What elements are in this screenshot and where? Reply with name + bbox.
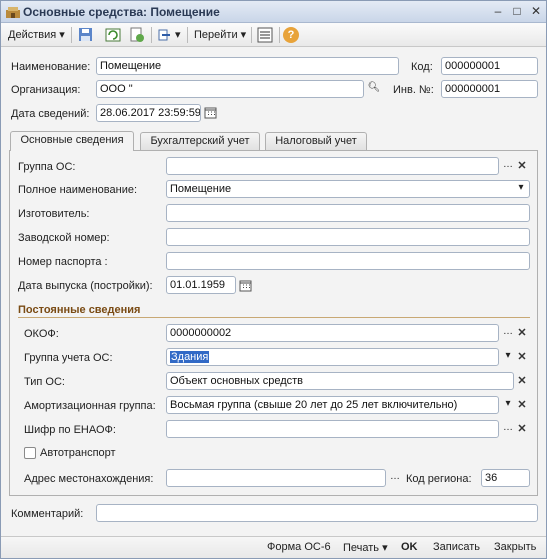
form-window: Основные средства: Помещение – □ ✕ Дейст… <box>0 0 547 559</box>
os-group-field[interactable] <box>166 157 499 175</box>
enaof-field[interactable] <box>166 420 499 438</box>
okof-field[interactable]: 0000000002 <box>166 324 499 342</box>
organization-label: Организация: <box>11 84 81 96</box>
clear-icon[interactable]: ✕ <box>515 324 529 342</box>
passport-number-field[interactable] <box>166 252 530 270</box>
tab-panel-main-info <box>9 150 538 496</box>
tab-main-info[interactable]: Основные сведения <box>10 131 134 151</box>
toolbar-separator <box>187 27 188 43</box>
okof-label: ОКОФ: <box>24 328 59 340</box>
code-field[interactable]: 000000001 <box>441 57 538 75</box>
os-type-label: Тип ОС: <box>24 376 65 388</box>
toolbar-separator <box>251 27 252 43</box>
release-date-label: Дата выпуска (постройки): <box>18 280 153 292</box>
list-icon[interactable] <box>255 26 275 44</box>
window-title: Основные средства: Помещение <box>23 5 220 19</box>
chevron-down-icon[interactable]: ▾ <box>513 180 529 198</box>
chevron-down-icon[interactable]: ▾ <box>500 348 516 366</box>
close-icon[interactable]: ✕ <box>528 4 544 18</box>
toolbar: Действия ▾ ▾ Перейти ▾ ? <box>1 23 546 47</box>
goto-menu-label: Перейти <box>194 29 238 41</box>
address-label: Адрес местонахождения: <box>24 473 154 485</box>
manufacturer-field[interactable] <box>166 204 530 222</box>
structure-icon <box>158 29 170 41</box>
name-label: Наименование: <box>11 61 91 73</box>
actions-menu[interactable]: Действия ▾ <box>5 26 68 44</box>
info-date-label: Дата сведений: <box>11 108 90 120</box>
enaof-label: Шифр по ЕНАОФ: <box>24 424 116 436</box>
tab-accounting[interactable]: Бухгалтерский учет <box>140 132 260 150</box>
vehicle-checkbox-label: Автотранспорт <box>40 447 116 459</box>
account-group-value: Здания <box>170 351 210 363</box>
calendar-icon[interactable] <box>204 106 217 119</box>
passport-number-label: Номер паспорта : <box>18 256 108 268</box>
depreciation-group-field[interactable]: Восьмая группа (свыше 20 лет до 25 лет в… <box>166 396 499 414</box>
help-icon[interactable]: ? <box>283 26 303 44</box>
release-date-field[interactable]: 01.01.1959 <box>166 276 236 294</box>
manufacturer-label: Изготовитель: <box>18 208 90 220</box>
info-date-field[interactable]: 28.06.2017 23:59:59 <box>96 104 201 122</box>
ok-button[interactable]: OK <box>401 541 418 553</box>
os-type-field[interactable]: Объект основных средств <box>166 372 514 390</box>
account-group-field[interactable]: Здания <box>166 348 499 366</box>
vehicle-checkbox[interactable] <box>24 447 36 459</box>
select-button[interactable]: … <box>500 157 516 175</box>
region-code-field[interactable]: 36 <box>481 469 530 487</box>
address-field[interactable] <box>166 469 386 487</box>
toolbar-separator <box>279 27 280 43</box>
calendar-icon[interactable] <box>239 279 252 292</box>
organization-field[interactable]: ООО " <box>96 80 364 98</box>
chevron-down-icon[interactable]: ▾ <box>500 396 516 414</box>
toolbar-separator <box>151 27 152 43</box>
serial-number-label: Заводской номер: <box>18 232 110 244</box>
depreciation-group-label: Амортизационная группа: <box>24 400 156 412</box>
actions-menu-label: Действия <box>8 29 57 41</box>
os-group-label: Группа ОС: <box>18 161 76 173</box>
goto-menu[interactable]: Перейти ▾ <box>191 26 249 44</box>
section-divider <box>18 317 530 318</box>
structure-menu[interactable]: ▾ <box>155 26 184 44</box>
refresh-icon[interactable] <box>103 26 123 44</box>
save-button[interactable]: Записать <box>433 541 480 553</box>
close-button[interactable]: Закрыть <box>494 541 536 553</box>
region-code-label: Код региона: <box>406 473 472 485</box>
bottom-bar: Форма ОС-6 Печать ▾ OK Записать Закрыть <box>1 536 546 558</box>
clear-icon[interactable]: ✕ <box>515 157 529 175</box>
comment-field[interactable] <box>96 504 538 522</box>
maximize-icon[interactable]: □ <box>509 4 525 18</box>
app-icon <box>6 7 20 18</box>
clear-icon[interactable]: ✕ <box>515 396 529 414</box>
form-os6-button[interactable]: Форма ОС-6 <box>267 541 331 553</box>
clear-icon[interactable]: ✕ <box>515 420 529 438</box>
print-menu-label: Печать <box>343 542 380 554</box>
print-menu[interactable]: Печать ▾ <box>343 541 388 554</box>
tab-tax[interactable]: Налоговый учет <box>265 132 367 150</box>
copy-doc-icon[interactable] <box>127 26 147 44</box>
clear-icon[interactable]: ✕ <box>515 372 529 390</box>
minimize-icon[interactable]: – <box>490 4 506 18</box>
serial-number-field[interactable] <box>166 228 530 246</box>
account-group-label: Группа учета ОС: <box>24 352 113 364</box>
name-field[interactable]: Помещение <box>96 57 399 75</box>
full-name-field[interactable]: Помещение <box>166 180 530 198</box>
select-button[interactable]: … <box>387 469 403 487</box>
search-icon[interactable]: 🔍︎ <box>366 80 382 98</box>
title-bar: Основные средства: Помещение – □ ✕ <box>1 1 546 23</box>
inventory-number-field[interactable]: 000000001 <box>441 80 538 98</box>
help-symbol: ? <box>283 27 299 43</box>
comment-label: Комментарий: <box>11 508 84 520</box>
section-title: Постоянные сведения <box>18 304 141 316</box>
toolbar-separator <box>71 27 72 43</box>
save-to-db-icon[interactable] <box>76 26 96 44</box>
clear-icon[interactable]: ✕ <box>515 348 529 366</box>
code-label: Код: <box>411 61 433 73</box>
select-button[interactable]: … <box>500 420 516 438</box>
full-name-label: Полное наименование: <box>18 184 138 196</box>
select-button[interactable]: … <box>500 324 516 342</box>
inventory-number-label: Инв. №: <box>393 84 434 96</box>
